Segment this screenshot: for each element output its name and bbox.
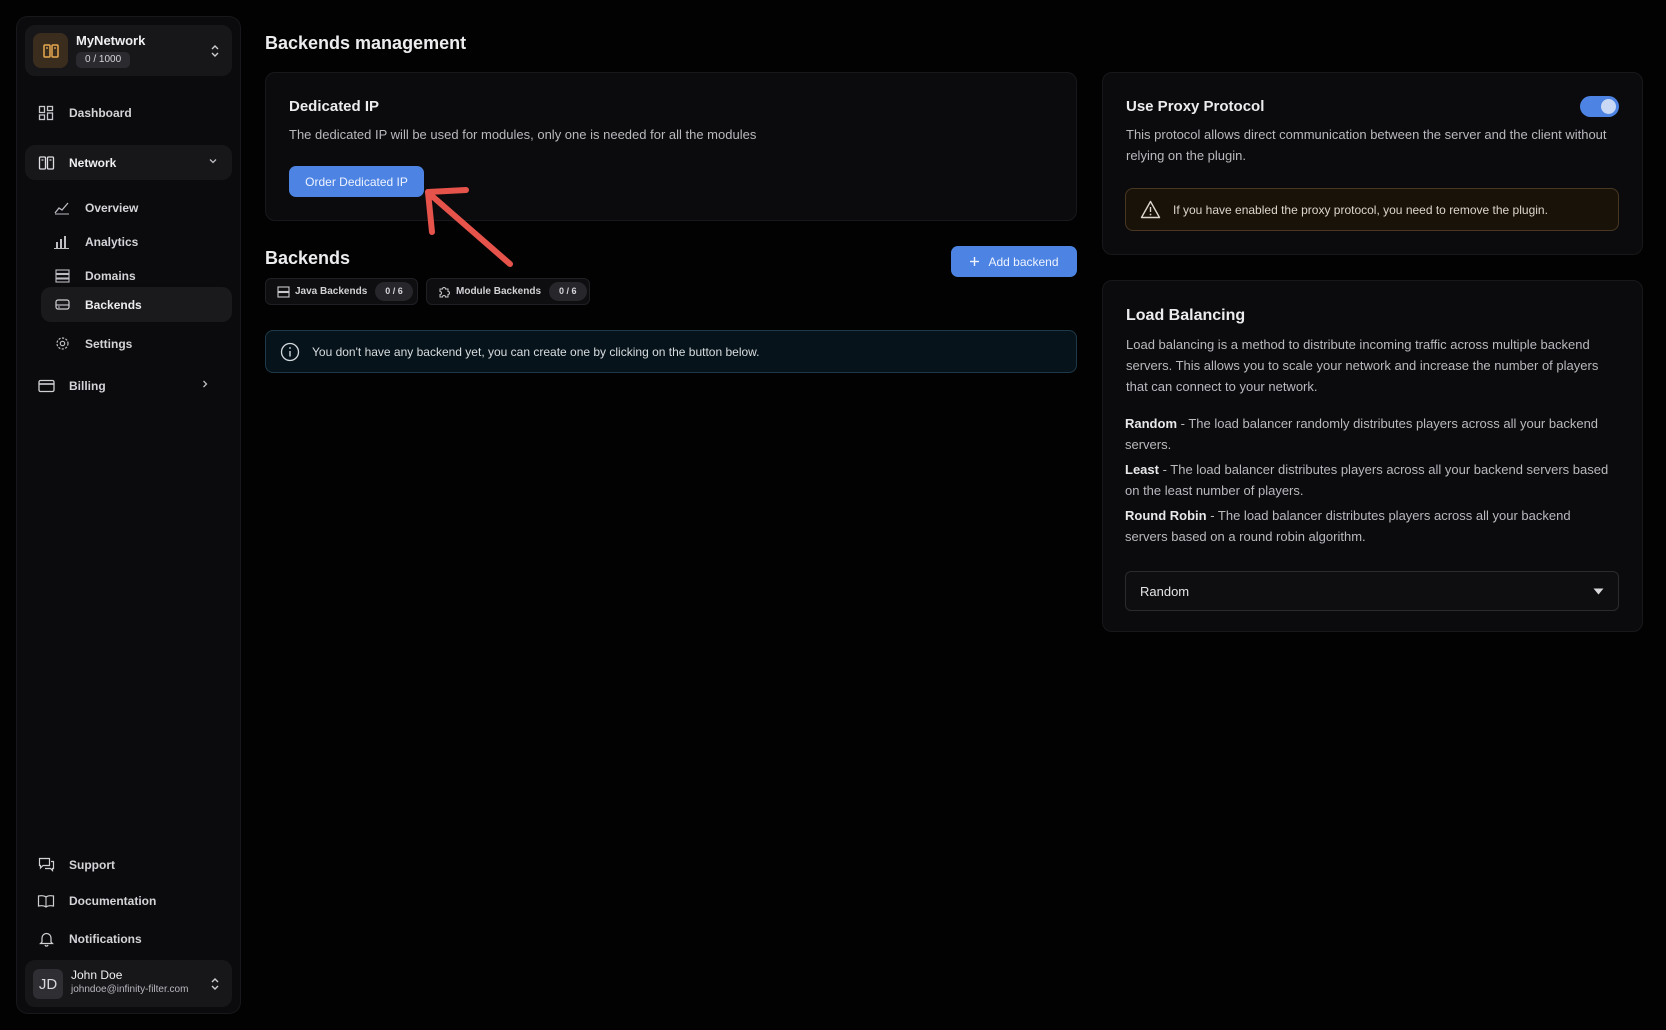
book-open-icon [37, 892, 55, 910]
lb-option-least: Least - The load balancer distributes pl… [1125, 459, 1615, 501]
proxy-protocol-title: Use Proxy Protocol [1126, 98, 1265, 115]
server-stack-icon [276, 285, 290, 299]
lb-option-name: Random [1125, 416, 1177, 431]
sidebar-item-backends[interactable]: Backends [41, 287, 232, 322]
page-title: Backends management [265, 33, 467, 53]
sidebar-item-label: Analytics [85, 234, 139, 249]
load-balancing-description: Load balancing is a method to distribute… [1126, 337, 1599, 394]
sidebar-item-network[interactable]: Network [25, 145, 232, 180]
chevron-right-icon [200, 379, 210, 389]
backends-section-title: Backends [265, 248, 351, 268]
sidebar-item-label: Dashboard [69, 105, 132, 120]
hard-drive-icon [53, 296, 71, 314]
lb-option-text: - The load balancer randomly distributes… [1125, 416, 1599, 452]
lb-option-text: - The load balancer distributes players … [1125, 462, 1609, 498]
proxy-protocol-description: This protocol allows direct communicatio… [1126, 127, 1607, 163]
proxy-protocol-toggle[interactable] [1580, 96, 1619, 117]
network-icon [37, 154, 55, 172]
select-value: Random [1140, 583, 1190, 599]
module-backends-tag: Module Backends 0 / 6 [426, 278, 590, 305]
order-dedicated-ip-button[interactable]: Order Dedicated IP [289, 166, 424, 197]
sidebar-item-overview[interactable]: Overview [53, 190, 232, 225]
sidebar-item-settings[interactable]: Settings [53, 326, 232, 361]
sidebar-item-billing[interactable]: Billing [37, 368, 232, 403]
load-balancing-select[interactable]: Random [1125, 571, 1619, 611]
sidebar-item-documentation[interactable]: Documentation [37, 883, 232, 918]
sidebar-item-label: Network [69, 155, 117, 170]
chat-support-icon [37, 856, 55, 874]
add-backend-button[interactable]: Add backend [951, 246, 1077, 277]
server-stack-icon [53, 267, 71, 285]
chevron-up-down-icon [210, 977, 220, 991]
info-alert-text: You don't have any backend yet, you can … [312, 344, 760, 359]
sidebar-item-label: Support [69, 857, 115, 872]
sidebar: MyNetwork 0 / 1000 Dashboard Network Ove… [16, 16, 241, 1014]
user-menu[interactable]: JD John Doe johndoe@infinity-filter.com [25, 960, 232, 1007]
sidebar-item-label: Settings [85, 336, 133, 351]
gear-icon [53, 335, 71, 353]
sidebar-item-label: Overview [85, 200, 139, 215]
dedicated-ip-card: Dedicated IP The dedicated IP will be us… [265, 72, 1077, 221]
caret-down-icon [1593, 588, 1604, 595]
info-icon [280, 342, 300, 362]
network-switcher[interactable]: MyNetwork 0 / 1000 [25, 25, 232, 76]
warning-alert-text: If you have enabled the proxy protocol, … [1173, 202, 1548, 217]
add-backend-label: Add backend [988, 254, 1059, 269]
sidebar-item-analytics[interactable]: Analytics [53, 224, 232, 259]
sidebar-item-label: Documentation [69, 893, 157, 908]
dashboard-icon [37, 104, 55, 122]
user-name: John Doe [71, 968, 123, 982]
lb-option-random: Random - The load balancer randomly dist… [1125, 413, 1615, 455]
network-name: MyNetwork [76, 33, 146, 48]
tag-label: Java Backends [295, 286, 368, 297]
tag-label: Module Backends [456, 286, 542, 297]
puzzle-icon [437, 285, 451, 299]
toggle-knob [1601, 99, 1616, 114]
lb-option-round-robin: Round Robin - The load balancer distribu… [1125, 505, 1615, 547]
tag-count: 0 / 6 [375, 282, 413, 301]
sidebar-item-notifications[interactable]: Notifications [37, 921, 232, 956]
network-player-count: 0 / 1000 [76, 52, 131, 68]
tag-count: 0 / 6 [549, 282, 587, 301]
chevron-up-down-icon [210, 44, 220, 58]
sidebar-item-label: Billing [69, 378, 106, 393]
chevron-down-icon [208, 156, 218, 166]
load-balancing-title: Load Balancing [1126, 307, 1246, 324]
avatar: JD [33, 969, 63, 999]
overview-chart-icon [53, 199, 71, 217]
network-logo-icon [33, 33, 68, 68]
proxy-warning-alert: If you have enabled the proxy protocol, … [1125, 188, 1619, 231]
credit-card-icon [37, 377, 55, 395]
lb-option-name: Least [1125, 462, 1159, 477]
bell-icon [37, 930, 55, 948]
dedicated-ip-title: Dedicated IP [289, 98, 380, 115]
warning-triangle-icon [1140, 200, 1161, 219]
no-backend-info-alert: You don't have any backend yet, you can … [265, 330, 1077, 373]
sidebar-item-support[interactable]: Support [37, 847, 232, 882]
user-email: johndoe@infinity-filter.com [71, 984, 189, 995]
bar-chart-icon [53, 233, 71, 251]
plus-icon [969, 256, 980, 267]
java-backends-tag: Java Backends 0 / 6 [265, 278, 418, 305]
dedicated-ip-description: The dedicated IP will be used for module… [289, 127, 757, 142]
annotation-arrow-icon [425, 187, 513, 267]
lb-option-name: Round Robin [1125, 508, 1207, 523]
sidebar-item-dashboard[interactable]: Dashboard [37, 95, 232, 130]
sidebar-item-label: Domains [85, 268, 136, 283]
sidebar-item-label: Backends [85, 297, 142, 312]
sidebar-item-label: Notifications [69, 931, 142, 946]
